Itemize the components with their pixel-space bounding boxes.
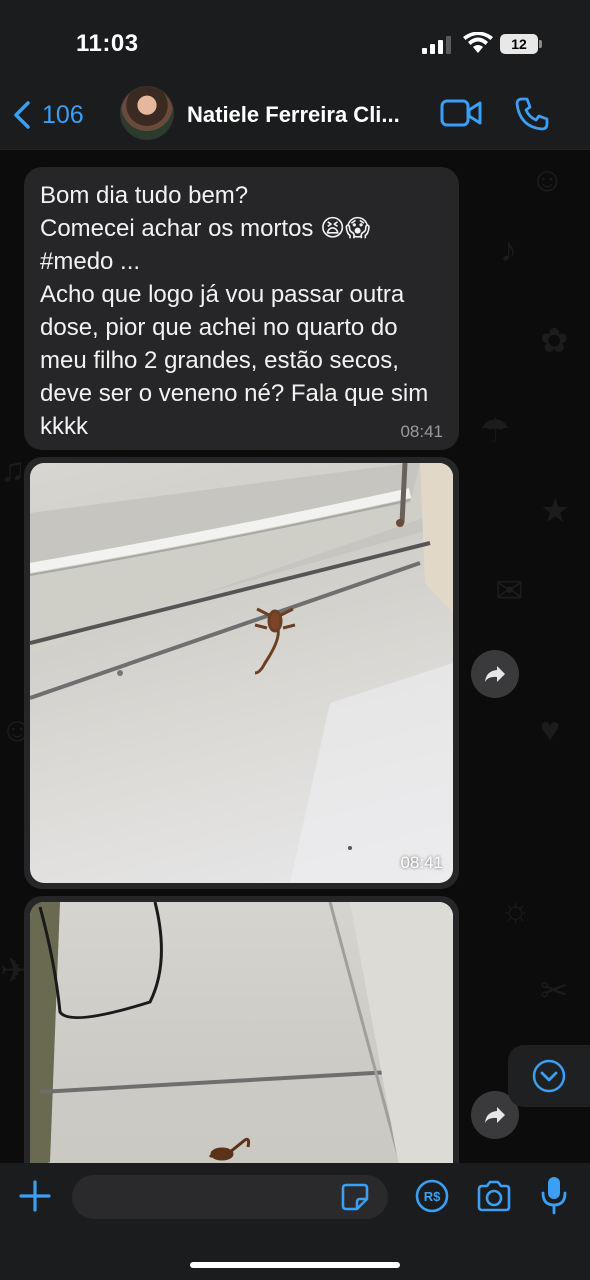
unread-count: 106 [42,100,84,129]
chat-area[interactable]: ☺ ♪ ✿ ☂ ★ ✉ ♥ ☼ ✂ ♫ ☺ ✈ Bom dia tudo bem… [0,151,590,1163]
photo-attachment[interactable]: 08:41 [30,463,453,883]
chevron-down-circle-icon [532,1059,566,1093]
microphone-button[interactable] [540,1175,568,1215]
wallpaper-doodle: ✂ [540,972,569,1010]
chevron-left-icon [14,101,30,129]
photo-floor-scorpion-2 [30,902,453,1163]
attach-plus-button[interactable] [18,1179,52,1213]
wallpaper-doodle: ☼ [500,891,532,929]
wallpaper-doodle: ☺ [530,161,565,199]
image-message-bubble[interactable]: 08:41 [24,457,459,889]
forward-button[interactable] [471,650,519,698]
message-bubble[interactable]: Bom dia tudo bem? Comecei achar os morto… [24,167,459,450]
photo-floor-scorpion [30,463,453,883]
wallpaper-doodle: ♫ [0,451,26,489]
cellular-signal-icon [422,36,452,54]
wallpaper-doodle: ♥ [540,711,561,749]
video-call-button[interactable] [440,98,482,128]
contact-name[interactable]: Natiele Ferreira Cli... [187,102,400,128]
payment-button[interactable]: R$ [415,1179,449,1213]
wallpaper-doodle: ★ [540,492,571,530]
status-time: 11:03 [76,30,139,57]
message-time: 08:41 [400,422,443,441]
camera-button[interactable] [476,1180,512,1212]
home-indicator [190,1262,400,1268]
photo-attachment[interactable] [30,902,453,1163]
wifi-icon [463,32,493,53]
message-time: 08:41 [400,853,443,872]
composer-bar: R$ [0,1163,590,1280]
battery-indicator: 12 [500,34,542,54]
back-button[interactable]: 106 [12,97,84,133]
sticker-button[interactable] [340,1182,370,1212]
forward-arrow-icon [485,1107,505,1123]
wallpaper-doodle: ☂ [480,412,511,450]
contact-avatar[interactable] [120,86,174,140]
wallpaper-doodle: ✿ [540,322,569,360]
voice-call-button[interactable] [514,96,550,132]
message-text: Bom dia tudo bem? Comecei achar os morto… [40,182,429,440]
chat-header: 106 Natiele Ferreira Cli... [0,80,590,150]
wallpaper-doodle: ✉ [495,572,524,610]
image-message-bubble[interactable] [24,896,459,1163]
status-bar: 11:03 12 [0,0,590,80]
svg-text:R$: R$ [424,1189,441,1204]
scroll-to-bottom-button[interactable] [508,1045,590,1107]
forward-arrow-icon [485,666,505,682]
wallpaper-doodle: ♪ [500,231,517,269]
